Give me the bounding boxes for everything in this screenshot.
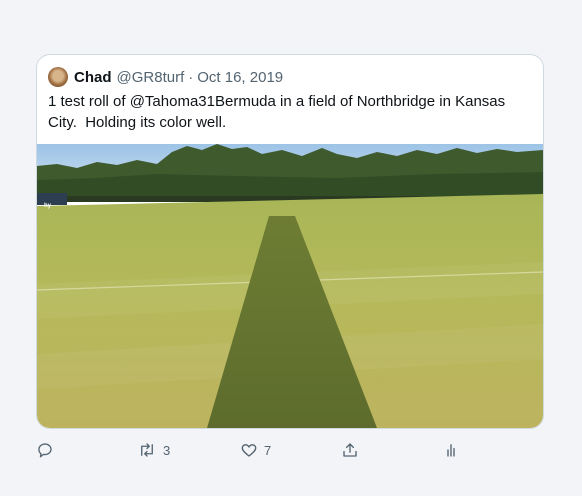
retweet-button[interactable]: 3: [137, 438, 170, 462]
like-count: 7: [264, 442, 272, 458]
display-name[interactable]: Chad: [74, 69, 112, 86]
tweet-header: Chad @GR8turf · Oct 16, 2019: [48, 66, 283, 88]
analytics-button[interactable]: [442, 438, 460, 462]
separator-dot: ·: [188, 68, 194, 86]
tweet-date[interactable]: Oct 16, 2019: [197, 69, 283, 86]
like-button[interactable]: 7: [240, 438, 271, 462]
stadium-sign-text: hy: [44, 203, 52, 209]
user-handle[interactable]: @GR8turf: [117, 69, 185, 86]
tweet-media-photo[interactable]: hy: [37, 144, 543, 428]
reply-button[interactable]: [36, 438, 54, 462]
avatar[interactable]: [48, 67, 68, 87]
analytics-icon: [447, 444, 455, 457]
reply-icon: [38, 443, 52, 458]
tweet-text: 1 test roll of @Tahoma31Bermuda in a fie…: [48, 93, 506, 131]
retweet-icon: [141, 443, 153, 457]
tweet-actions: 3 7: [36, 438, 466, 462]
turf-field-photo: [37, 144, 543, 428]
share-icon: [343, 443, 357, 457]
retweet-count: 3: [163, 442, 171, 458]
heart-icon: [241, 444, 257, 457]
tweet-card[interactable]: Chad @GR8turf · Oct 16, 2019 1 test roll…: [36, 54, 544, 429]
share-button[interactable]: [341, 438, 359, 462]
